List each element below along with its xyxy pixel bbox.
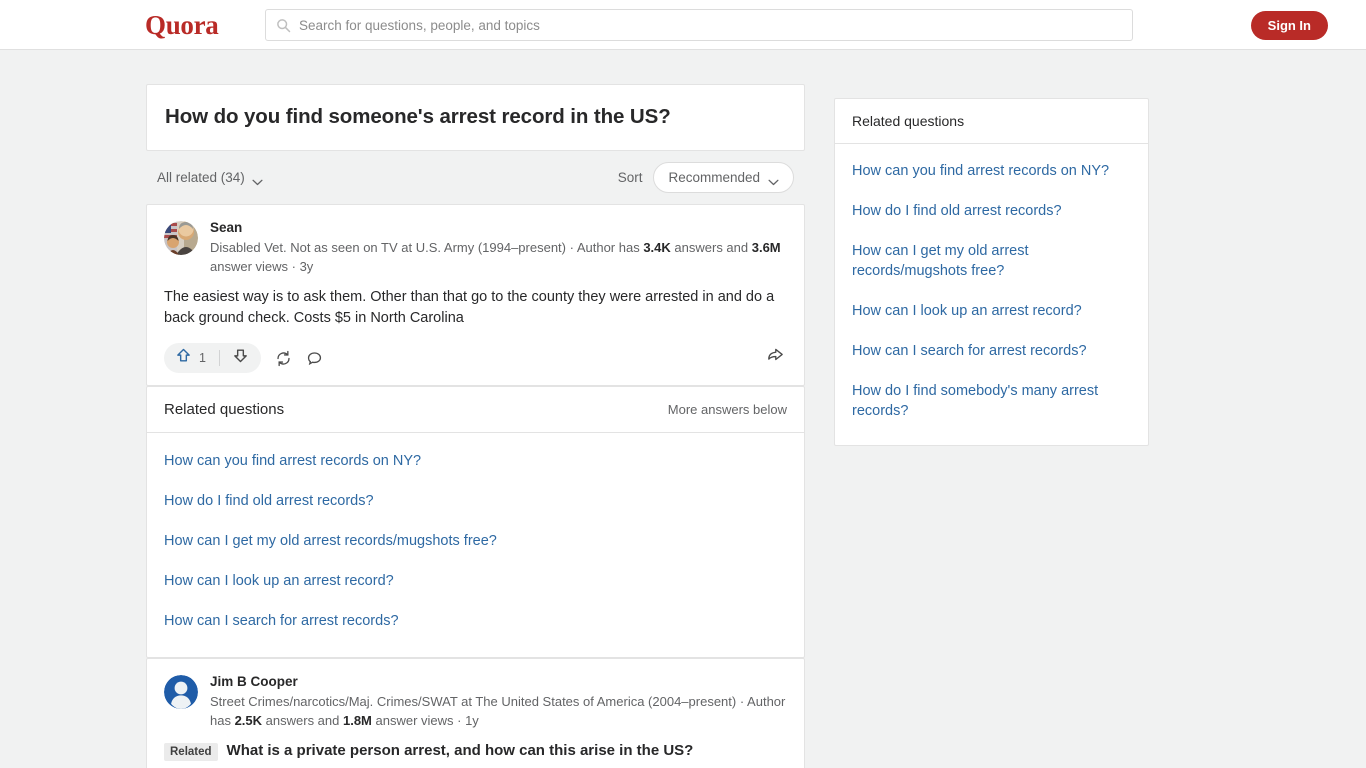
answer-card: Sean Disabled Vet. Not as seen on TV at …	[146, 204, 805, 386]
page-title: How do you find someone's arrest record …	[165, 105, 671, 128]
answer-author-meta: Sean Disabled Vet. Not as seen on TV at …	[210, 219, 787, 276]
search-input[interactable]	[299, 17, 1122, 33]
question-title-card: How do you find someone's arrest record …	[146, 84, 805, 151]
repost-icon[interactable]	[275, 350, 292, 367]
related-badge: Related	[164, 743, 218, 761]
vote-pill: 1	[164, 343, 261, 373]
answer-author-meta: Jim B Cooper Street Crimes/narcotics/Maj…	[210, 673, 787, 730]
sidebar: Related questions How can you find arres…	[834, 98, 1149, 446]
sidebar-item-related-question[interactable]: How can I search for arrest records?	[852, 331, 1131, 371]
page-body: How do you find someone's arrest record …	[0, 50, 1366, 768]
sidebar-item-related-question[interactable]: How can I look up an arrest record?	[852, 291, 1131, 331]
related-questions-header: Related questions More answers below	[147, 387, 804, 433]
answer-card: Jim B Cooper Street Crimes/narcotics/Maj…	[146, 658, 805, 768]
answer-author-row: Sean Disabled Vet. Not as seen on TV at …	[164, 219, 787, 276]
sort-label: Sort	[617, 170, 643, 185]
answer-body: The easiest way is to ask them. Other th…	[164, 289, 775, 326]
answers-filter-bar: All related (34) Sort Recommended	[146, 151, 805, 204]
sign-in-button[interactable]: Sign In	[1250, 11, 1328, 40]
quora-logo[interactable]: Quora	[145, 10, 219, 40]
related-question-link[interactable]: How can I get my old arrest records/mugs…	[164, 521, 787, 561]
author-credential: Street Crimes/narcotics/Maj. Crimes/SWAT…	[210, 692, 787, 730]
chevron-down-icon	[252, 174, 263, 186]
answers-count: 3.4K	[643, 240, 671, 255]
credential-end: answer views · 1y	[371, 713, 479, 728]
upvote-count: 1	[199, 351, 206, 365]
downvote-arrow-icon	[232, 347, 249, 369]
search-icon	[276, 18, 291, 33]
sidebar-related-questions-list: How can you find arrest records on NY? H…	[835, 144, 1148, 445]
related-question-link[interactable]: How can I look up an arrest record?	[164, 561, 787, 601]
answer-action-bar: 1	[164, 341, 787, 375]
share-icon[interactable]	[766, 346, 785, 370]
related-question-link[interactable]: How can you find arrest records on NY?	[164, 441, 787, 481]
sidebar-title: Related questions	[835, 99, 1148, 144]
sidebar-item-related-question[interactable]: How can you find arrest records on NY?	[852, 151, 1131, 191]
author-name[interactable]: Jim B Cooper	[210, 673, 787, 691]
site-header: Quora Sign In	[0, 0, 1366, 50]
views-count: 3.6M	[751, 240, 781, 255]
related-question-heading: Related What is a private person arrest,…	[164, 740, 787, 761]
main-column: How do you find someone's arrest record …	[146, 84, 805, 768]
comment-icon[interactable]	[306, 350, 323, 367]
all-related-dropdown[interactable]: All related (34)	[157, 170, 263, 186]
credential-end: answer views · 3y	[210, 259, 314, 274]
related-questions-card: Related questions More answers below How…	[146, 386, 805, 658]
upvote-arrow-icon	[175, 347, 192, 369]
related-question-title[interactable]: What is a private person arrest, and how…	[227, 740, 694, 761]
author-name[interactable]: Sean	[210, 219, 787, 237]
sort-value: Recommended	[668, 170, 760, 185]
sidebar-item-related-question[interactable]: How do I find old arrest records?	[852, 191, 1131, 231]
credential-mid: answers and	[670, 240, 752, 255]
related-questions-title: Related questions	[164, 401, 285, 418]
sidebar-related-questions-card: Related questions How can you find arres…	[834, 98, 1149, 446]
avatar[interactable]	[164, 221, 198, 255]
related-question-link[interactable]: How can I search for arrest records?	[164, 601, 787, 641]
credential-mid: answers and	[262, 713, 343, 728]
answer-author-row: Jim B Cooper Street Crimes/narcotics/Maj…	[164, 673, 787, 730]
avatar[interactable]	[164, 675, 198, 709]
all-related-label: All related (34)	[157, 170, 245, 185]
upvote-button[interactable]: 1	[164, 343, 219, 373]
sidebar-item-related-question[interactable]: How can I get my old arrest records/mugs…	[852, 231, 1131, 291]
downvote-button[interactable]	[220, 343, 261, 373]
credential-text: Disabled Vet. Not as seen on TV at U.S. …	[210, 240, 644, 255]
related-question-link[interactable]: How do I find old arrest records?	[164, 481, 787, 521]
views-count: 1.8M	[342, 713, 372, 728]
sidebar-item-related-question[interactable]: How do I find somebody's many arrest rec…	[852, 371, 1131, 431]
sort-dropdown[interactable]: Recommended	[653, 162, 794, 193]
search-bar[interactable]	[265, 9, 1133, 41]
more-answers-below-label[interactable]: More answers below	[668, 402, 787, 417]
sort-group: Sort Recommended	[618, 162, 794, 193]
answers-count: 2.5K	[234, 713, 263, 728]
chevron-down-icon	[768, 174, 779, 186]
author-credential: Disabled Vet. Not as seen on TV at U.S. …	[210, 238, 787, 276]
related-questions-list: How can you find arrest records on NY? H…	[147, 433, 804, 657]
